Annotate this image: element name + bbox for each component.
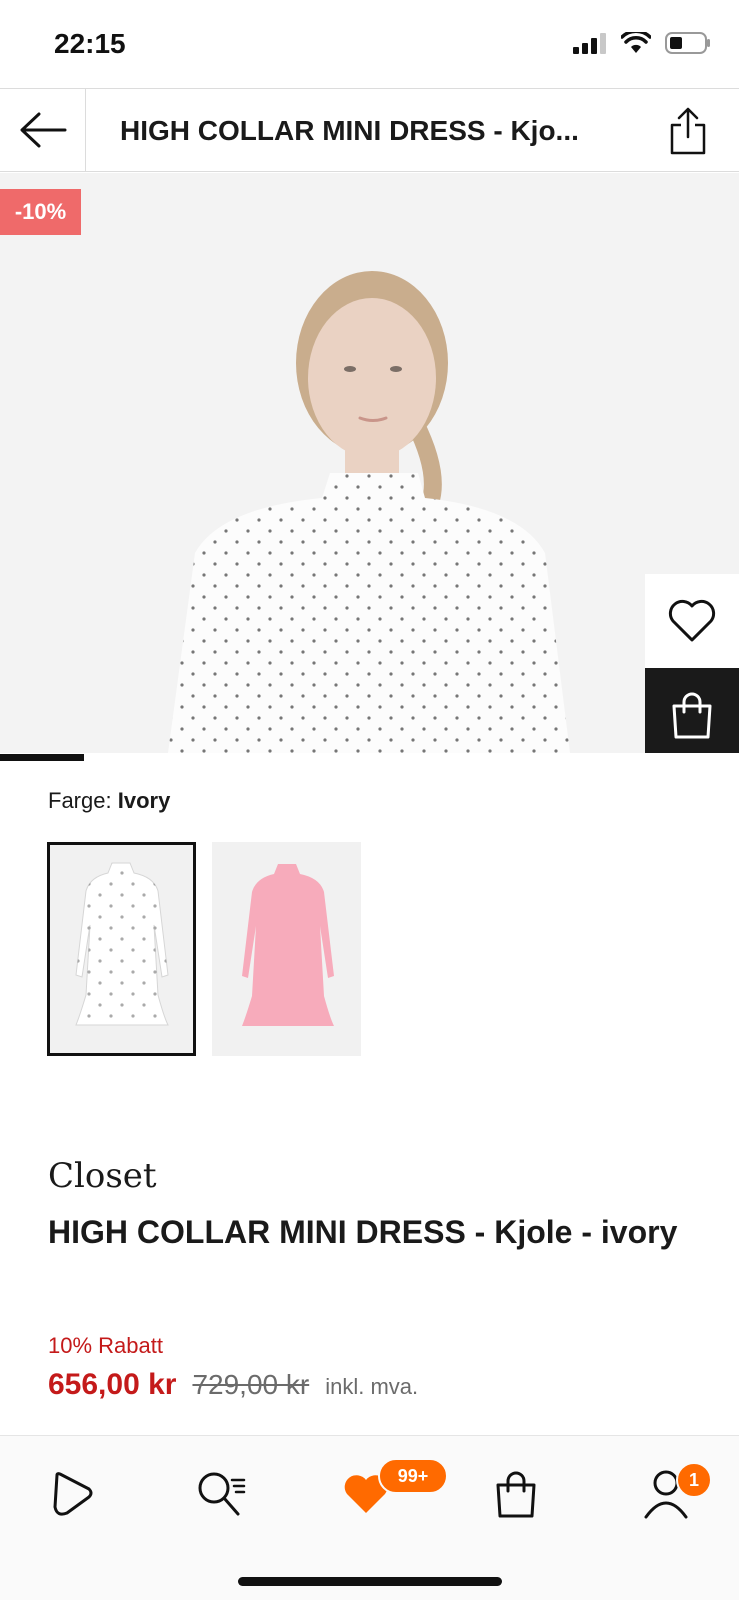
status-time: 22:15 bbox=[54, 28, 126, 59]
current-price: 656,00 kr bbox=[48, 1368, 177, 1401]
shopping-bag-icon bbox=[496, 1471, 536, 1518]
arrow-left-icon bbox=[20, 112, 66, 148]
status-icons bbox=[573, 32, 711, 54]
add-to-bag-button[interactable] bbox=[645, 668, 739, 753]
nav-home[interactable] bbox=[42, 1464, 102, 1524]
home-play-icon bbox=[53, 1472, 93, 1516]
color-label-text: Farge: bbox=[48, 788, 112, 813]
search-icon bbox=[198, 1472, 246, 1516]
nav-search[interactable] bbox=[192, 1464, 252, 1524]
back-button[interactable] bbox=[0, 89, 86, 171]
cellular-signal-icon bbox=[573, 33, 606, 54]
color-label: Farge: Ivory bbox=[48, 788, 170, 814]
share-button[interactable] bbox=[665, 105, 711, 157]
swatch-pink-dress bbox=[242, 864, 334, 1026]
color-swatch-ivory[interactable] bbox=[47, 842, 196, 1056]
vat-note: inkl. mva. bbox=[325, 1374, 419, 1399]
original-price: 729,00 kr bbox=[192, 1369, 310, 1400]
discount-text: 10% Rabatt bbox=[48, 1333, 163, 1358]
nav-cart[interactable] bbox=[486, 1464, 546, 1524]
battery-icon bbox=[665, 32, 710, 54]
wishlist-count-badge: 99+ bbox=[378, 1458, 448, 1494]
swatch-ivory-dress bbox=[75, 862, 169, 1026]
status-bar: 22:15 bbox=[0, 0, 739, 88]
gallery-progress-fill bbox=[0, 754, 84, 761]
product-photo bbox=[168, 271, 570, 753]
discount-badge: -10% bbox=[0, 189, 81, 235]
add-to-wishlist-button[interactable] bbox=[645, 574, 739, 668]
brand-name[interactable]: Closet bbox=[48, 1156, 157, 1196]
shopping-bag-icon bbox=[672, 692, 712, 739]
profile-notification-badge: 1 bbox=[676, 1462, 712, 1498]
price-row: 656,00 kr 729,00 kr inkl. mva. bbox=[48, 1368, 418, 1402]
selected-color: Ivory bbox=[117, 788, 171, 813]
product-image-gallery[interactable]: -10% bbox=[0, 173, 739, 753]
share-icon bbox=[670, 107, 706, 155]
heart-icon bbox=[668, 599, 716, 642]
gallery-progress-track bbox=[0, 754, 598, 761]
color-swatch-pink[interactable] bbox=[212, 842, 361, 1056]
wifi-icon bbox=[621, 32, 651, 53]
home-indicator bbox=[238, 1577, 502, 1586]
product-name: HIGH COLLAR MINI DRESS - Kjole - ivory bbox=[48, 1214, 678, 1250]
product-header: HIGH COLLAR MINI DRESS - Kjo... bbox=[0, 88, 739, 172]
header-title: HIGH COLLAR MINI DRESS - Kjo... bbox=[120, 115, 579, 146]
bottom-navigation: 99+ 1 bbox=[0, 1435, 739, 1600]
